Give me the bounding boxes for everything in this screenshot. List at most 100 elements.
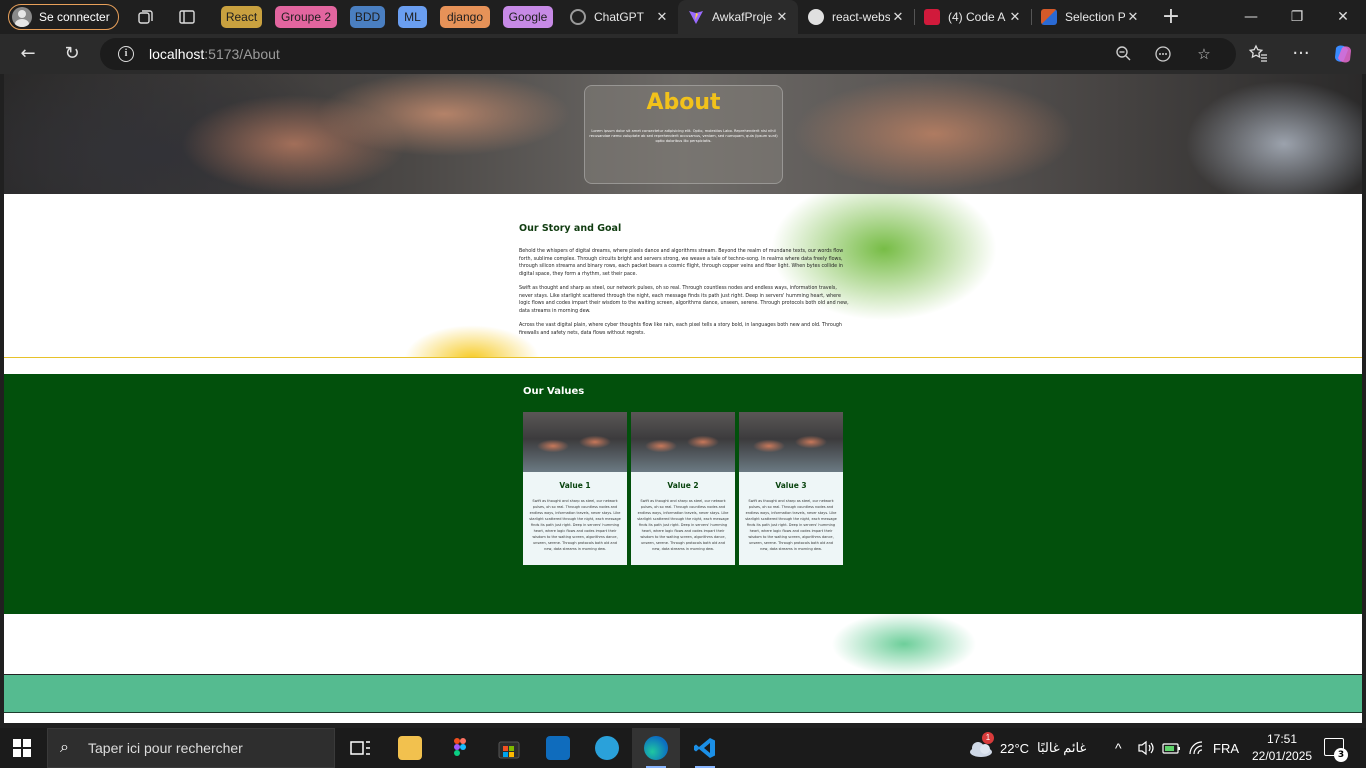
github-favicon-icon — [808, 9, 824, 25]
zoom-out-icon[interactable] — [1114, 45, 1132, 63]
tab-group-groupe-2[interactable]: Groupe 2 — [275, 6, 337, 28]
tab-group-label: django — [446, 10, 484, 24]
value-card-title: Value 2 — [667, 481, 699, 490]
clock-time: 17:51 — [1266, 732, 1298, 746]
tab-react-website[interactable]: react-webs ✕ — [798, 0, 914, 34]
reload-button[interactable]: ↻ — [61, 43, 83, 65]
volume-icon[interactable] — [1137, 728, 1155, 768]
wifi-icon[interactable] — [1188, 728, 1206, 768]
tab-group-google[interactable]: Google — [503, 6, 553, 28]
story-section: Our Story and Goal Behold the whispers o… — [4, 194, 1362, 357]
vscode-icon[interactable] — [693, 736, 717, 768]
favorite-star-icon[interactable]: ☆ — [1195, 45, 1213, 63]
tab-awkafproject[interactable]: AwkafProje ✕ — [678, 0, 798, 34]
system-clock[interactable]: 17:51 22/01/2025 — [1252, 731, 1312, 765]
tab-group-label: Google — [508, 10, 548, 24]
back-button[interactable]: ← — [17, 43, 39, 65]
tab-group-bdd[interactable]: BDD — [350, 6, 385, 28]
value-card-title: Value 1 — [559, 481, 591, 490]
notification-count: 3 — [1334, 748, 1348, 762]
value-card-image — [739, 412, 843, 472]
value-card: Value 3 Swift as thought and sharp as st… — [739, 412, 843, 565]
values-section: Our Values Value 1 Swift as thought and … — [4, 374, 1362, 614]
edge-icon[interactable] — [644, 736, 668, 768]
tab-actions-icon[interactable] — [178, 8, 196, 26]
value-card-image — [631, 412, 735, 472]
tab-title: react-webs — [832, 10, 890, 24]
workspaces-icon[interactable] — [136, 8, 154, 26]
weather-desc: غائم غالبًا — [1037, 740, 1087, 755]
value-card-text: Swift as thought and sharp as steel, our… — [745, 499, 837, 551]
taskbar-search[interactable]: ⌕ Taper ici pour rechercher — [47, 728, 335, 768]
file-explorer-icon[interactable] — [398, 736, 422, 760]
address-url[interactable]: localhost:5173/About — [149, 46, 280, 62]
story-heading: Our Story and Goal — [519, 223, 622, 234]
tab-title: (4) Code A — [948, 10, 1006, 24]
close-tab-icon[interactable]: ✕ — [890, 9, 906, 25]
tab-title: ChatGPT — [594, 10, 645, 24]
profile-button[interactable]: Se connecter — [8, 4, 119, 30]
close-tab-icon[interactable]: ✕ — [1125, 9, 1141, 25]
site-info-icon[interactable]: i — [118, 46, 134, 62]
weather-widget[interactable]: 1 22°C غائم غالبًا — [968, 728, 1086, 768]
profile-label: Se connecter — [39, 10, 110, 24]
avatar-icon — [12, 7, 32, 27]
restore-button[interactable]: ❐ — [1286, 6, 1308, 28]
weather-temp: 22°C — [1000, 740, 1030, 756]
tab-group-react[interactable]: React — [221, 6, 262, 28]
outlook-icon[interactable] — [546, 736, 570, 760]
new-tab-button[interactable]: + — [1160, 6, 1182, 29]
tab-youtube-code[interactable]: (4) Code A ✕ — [914, 0, 1031, 34]
tab-selection[interactable]: Selection P ✕ — [1031, 0, 1149, 34]
taskbar: ⌕ Taper ici pour rechercher 1 22°C غائم … — [0, 728, 1366, 768]
copilot-icon[interactable] — [1332, 43, 1354, 65]
value-card: Value 2 Swift as thought and sharp as st… — [631, 412, 735, 565]
value-card-title: Value 3 — [775, 481, 807, 490]
page-viewport: About Lorem ipsum dolor sit amet consect… — [4, 74, 1362, 723]
story-paragraph: Swift as thought and sharp as steel, our… — [519, 286, 849, 314]
telegram-icon[interactable] — [595, 736, 619, 760]
values-heading: Our Values — [523, 386, 585, 397]
tab-group-label: BDD — [354, 10, 381, 24]
close-tab-icon[interactable]: ✕ — [654, 9, 670, 25]
url-path: :5173/About — [204, 46, 280, 62]
favorites-icon[interactable] — [1247, 43, 1269, 65]
tab-group-label: Groupe 2 — [280, 10, 332, 24]
chatgpt-favicon-icon — [570, 9, 586, 25]
page-title: About — [646, 90, 721, 115]
value-card-text: Swift as thought and sharp as steel, our… — [529, 499, 621, 551]
clock-date: 22/01/2025 — [1252, 749, 1313, 763]
tab-chatgpt[interactable]: ChatGPT ✕ — [560, 0, 678, 34]
search-icon: ⌕ — [60, 739, 69, 756]
show-hidden-icons-button[interactable]: ^ — [1115, 728, 1122, 768]
battery-icon[interactable] — [1162, 728, 1182, 768]
more-tools-icon[interactable] — [1154, 45, 1172, 63]
selection-favicon-icon — [1041, 9, 1057, 25]
tab-group-ml[interactable]: ML — [398, 6, 427, 28]
tab-group-django[interactable]: django — [440, 6, 490, 28]
input-language[interactable]: FRA — [1213, 728, 1239, 768]
tab-title: AwkafProje — [712, 10, 773, 24]
story-paragraph: Behold the whispers of digital dreams, w… — [519, 249, 844, 277]
story-paragraph: Across the vast digital plain, where cyb… — [519, 323, 842, 336]
tab-group-label: React — [225, 10, 258, 24]
task-view-icon[interactable] — [348, 736, 372, 760]
close-tab-icon[interactable]: ✕ — [774, 9, 790, 25]
section-divider — [4, 357, 1362, 358]
url-host: localhost — [149, 46, 205, 62]
microsoft-store-icon[interactable] — [497, 736, 521, 760]
minimize-button[interactable]: — — [1240, 6, 1262, 28]
figma-icon[interactable] — [448, 736, 472, 760]
close-window-button[interactable]: ✕ — [1332, 6, 1354, 28]
browser-toolbar: ← ↻ i localhost:5173/About ☆ ··· — [0, 34, 1366, 74]
tab-group-label: ML — [404, 10, 421, 24]
value-card-text: Swift as thought and sharp as steel, our… — [637, 499, 729, 551]
weather-badge: 1 — [982, 732, 994, 744]
settings-menu-icon[interactable]: ··· — [1290, 43, 1312, 65]
address-bar[interactable]: i localhost:5173/About ☆ — [100, 38, 1236, 70]
spacer-section — [4, 614, 1362, 674]
vite-favicon-icon — [688, 9, 704, 25]
tab-title: Selection P — [1065, 10, 1125, 24]
start-button[interactable] — [13, 739, 31, 757]
close-tab-icon[interactable]: ✕ — [1007, 9, 1023, 25]
